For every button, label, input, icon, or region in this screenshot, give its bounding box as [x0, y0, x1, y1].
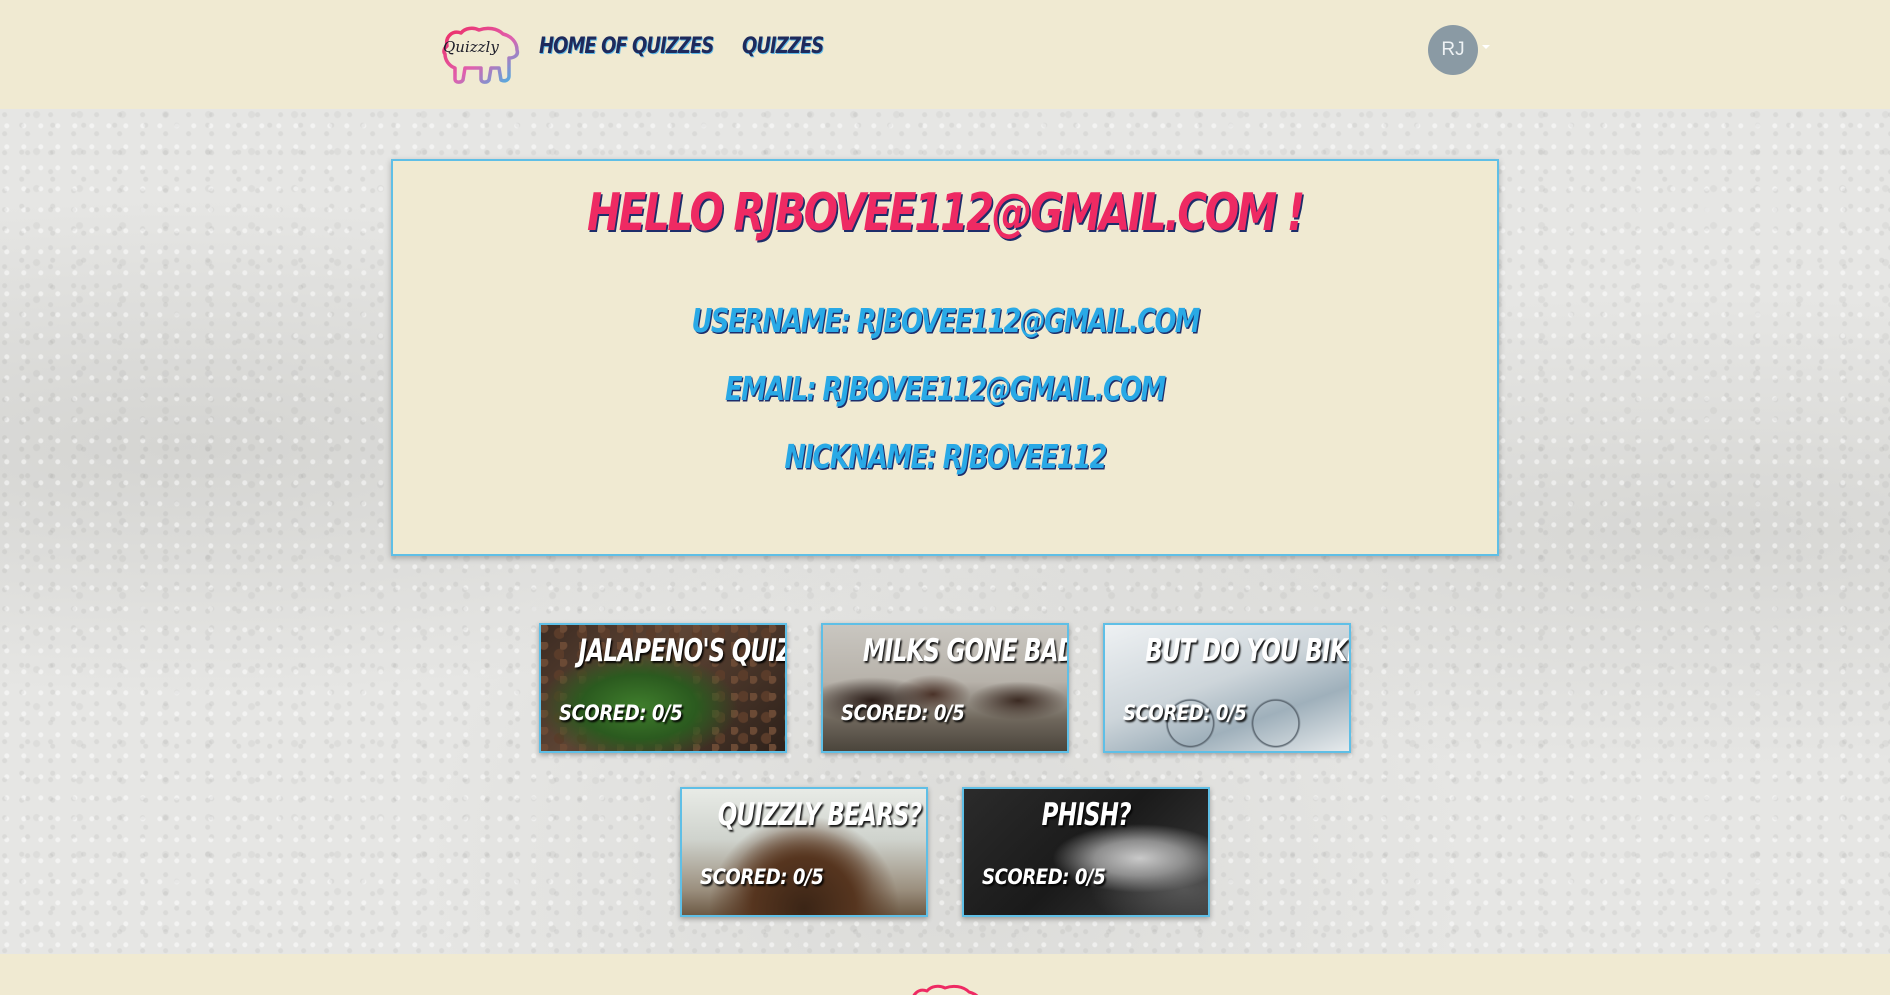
quiz-score: Scored: 0/5: [559, 701, 683, 725]
footer-bear-logo-icon: [905, 982, 987, 995]
greeting-text: Hello rjbovee112@gmail.com !: [587, 183, 1305, 243]
nickname-line: Nickname: rjbovee112: [393, 437, 1497, 476]
quiz-score: Scored: 0/5: [841, 701, 965, 725]
nav-link-home-of-quizzes[interactable]: Home of Quizzes: [539, 34, 714, 59]
greeting-heading: Hello rjbovee112@gmail.com !: [393, 183, 1497, 243]
nav-link-quizzes[interactable]: Quizzes: [742, 34, 824, 59]
username-text: Username: rjbovee112@gmail.com: [691, 301, 1200, 340]
quiz-score: Scored: 0/5: [982, 865, 1106, 889]
footer: [0, 954, 1890, 995]
profile-card: Hello rjbovee112@gmail.com ! Username: r…: [391, 159, 1499, 556]
svg-text:Quizzly: Quizzly: [443, 38, 499, 56]
avatar-initials: RJ: [1441, 39, 1465, 60]
quiz-title: Quizzly Bears?: [717, 797, 922, 833]
caret-down-icon[interactable]: [1482, 45, 1490, 49]
email-line: Email: rjbovee112@gmail.com: [393, 369, 1497, 408]
quiz-title: Phish?: [1041, 797, 1131, 833]
quiz-card-jalapeno[interactable]: Jalapeno's Quiz Scored: 0/5: [539, 623, 787, 753]
nickname-text: Nickname: rjbovee112: [784, 437, 1107, 476]
quiz-title: Milks Gone Bad?: [862, 633, 1069, 669]
quiz-score: Scored: 0/5: [700, 865, 824, 889]
quiz-title: But Do You Bike?: [1145, 633, 1349, 669]
quizzly-bear-logo-icon[interactable]: Quizzly: [439, 24, 521, 86]
quiz-card-but-do-you-bike[interactable]: But Do You Bike? Scored: 0/5: [1103, 623, 1351, 753]
quiz-card-phish[interactable]: Phish? Scored: 0/5: [962, 787, 1210, 917]
navbar: Quizzly Home of Quizzes Quizzes RJ: [0, 0, 1890, 109]
quiz-score: Scored: 0/5: [1123, 701, 1247, 725]
email-text: Email: rjbovee112@gmail.com: [725, 369, 1166, 408]
quiz-card-milks-gone-bad[interactable]: Milks Gone Bad? Scored: 0/5: [821, 623, 1069, 753]
username-line: Username: rjbovee112@gmail.com: [393, 301, 1497, 340]
quiz-card-quizzly-bears[interactable]: Quizzly Bears? Scored: 0/5: [680, 787, 928, 917]
user-avatar[interactable]: RJ: [1428, 25, 1478, 75]
quiz-title: Jalapeno's Quiz: [578, 633, 787, 669]
